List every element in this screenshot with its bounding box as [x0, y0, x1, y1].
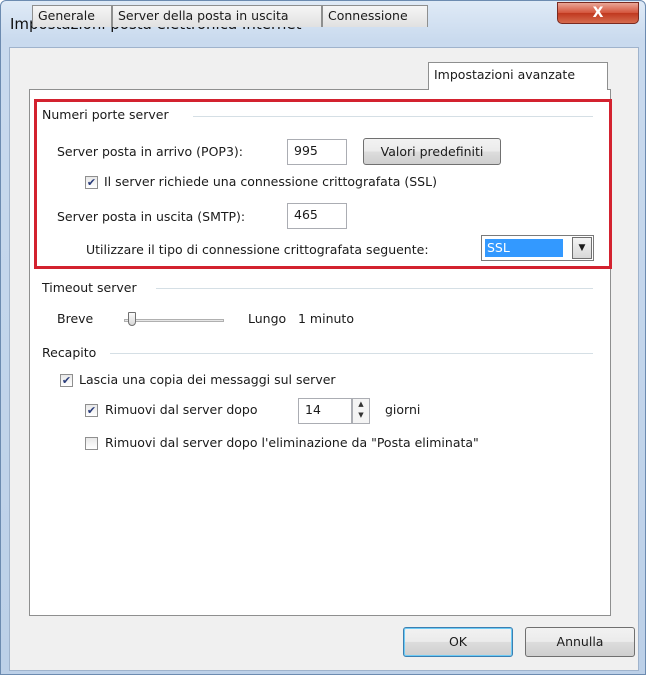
- remove-after-label: Rimuovi dal server dopo: [105, 402, 258, 417]
- remove-after-checkmark-icon: ✔: [86, 404, 97, 417]
- cancel-button[interactable]: Annulla: [525, 627, 635, 657]
- days-unit-label: giorni: [385, 402, 421, 417]
- timeout-long-label: Lungo: [248, 311, 287, 326]
- spin-down-icon[interactable]: ▼: [353, 410, 369, 421]
- leave-copy-checkbox[interactable]: ✔: [60, 374, 73, 387]
- highlight-box: [34, 99, 612, 269]
- tab-server-posta-uscita[interactable]: Server della posta in uscita: [112, 5, 322, 27]
- tab-connessione[interactable]: Connessione: [322, 5, 428, 27]
- tab-generale[interactable]: Generale: [32, 5, 112, 27]
- remove-after-checkbox[interactable]: ✔: [85, 404, 98, 417]
- ok-button[interactable]: OK: [403, 627, 513, 657]
- timeout-group-divider: [156, 288, 593, 289]
- delivery-group-title: Recapito: [42, 345, 97, 360]
- delivery-group-divider: [110, 353, 593, 354]
- leave-copy-label: Lascia una copia dei messaggi sul server: [79, 372, 336, 387]
- days-spinner[interactable]: ▲ ▼: [352, 398, 370, 424]
- tab-impostazioni-avanzate[interactable]: Impostazioni avanzate: [428, 62, 608, 90]
- timeout-group-title: Timeout server: [42, 280, 137, 295]
- timeout-short-label: Breve: [57, 311, 94, 326]
- close-button[interactable]: X: [557, 2, 639, 24]
- timeout-slider-track[interactable]: [124, 319, 224, 322]
- timeout-value: 1 minuto: [298, 311, 354, 326]
- leave-copy-checkmark-icon: ✔: [61, 374, 72, 387]
- spin-up-icon[interactable]: ▲: [353, 399, 369, 410]
- remove-deleted-label: Rimuovi dal server dopo l'eliminazione d…: [105, 435, 479, 450]
- timeout-slider-thumb[interactable]: [128, 312, 136, 326]
- days-input[interactable]: 14: [298, 398, 352, 424]
- remove-deleted-checkbox[interactable]: [85, 437, 98, 450]
